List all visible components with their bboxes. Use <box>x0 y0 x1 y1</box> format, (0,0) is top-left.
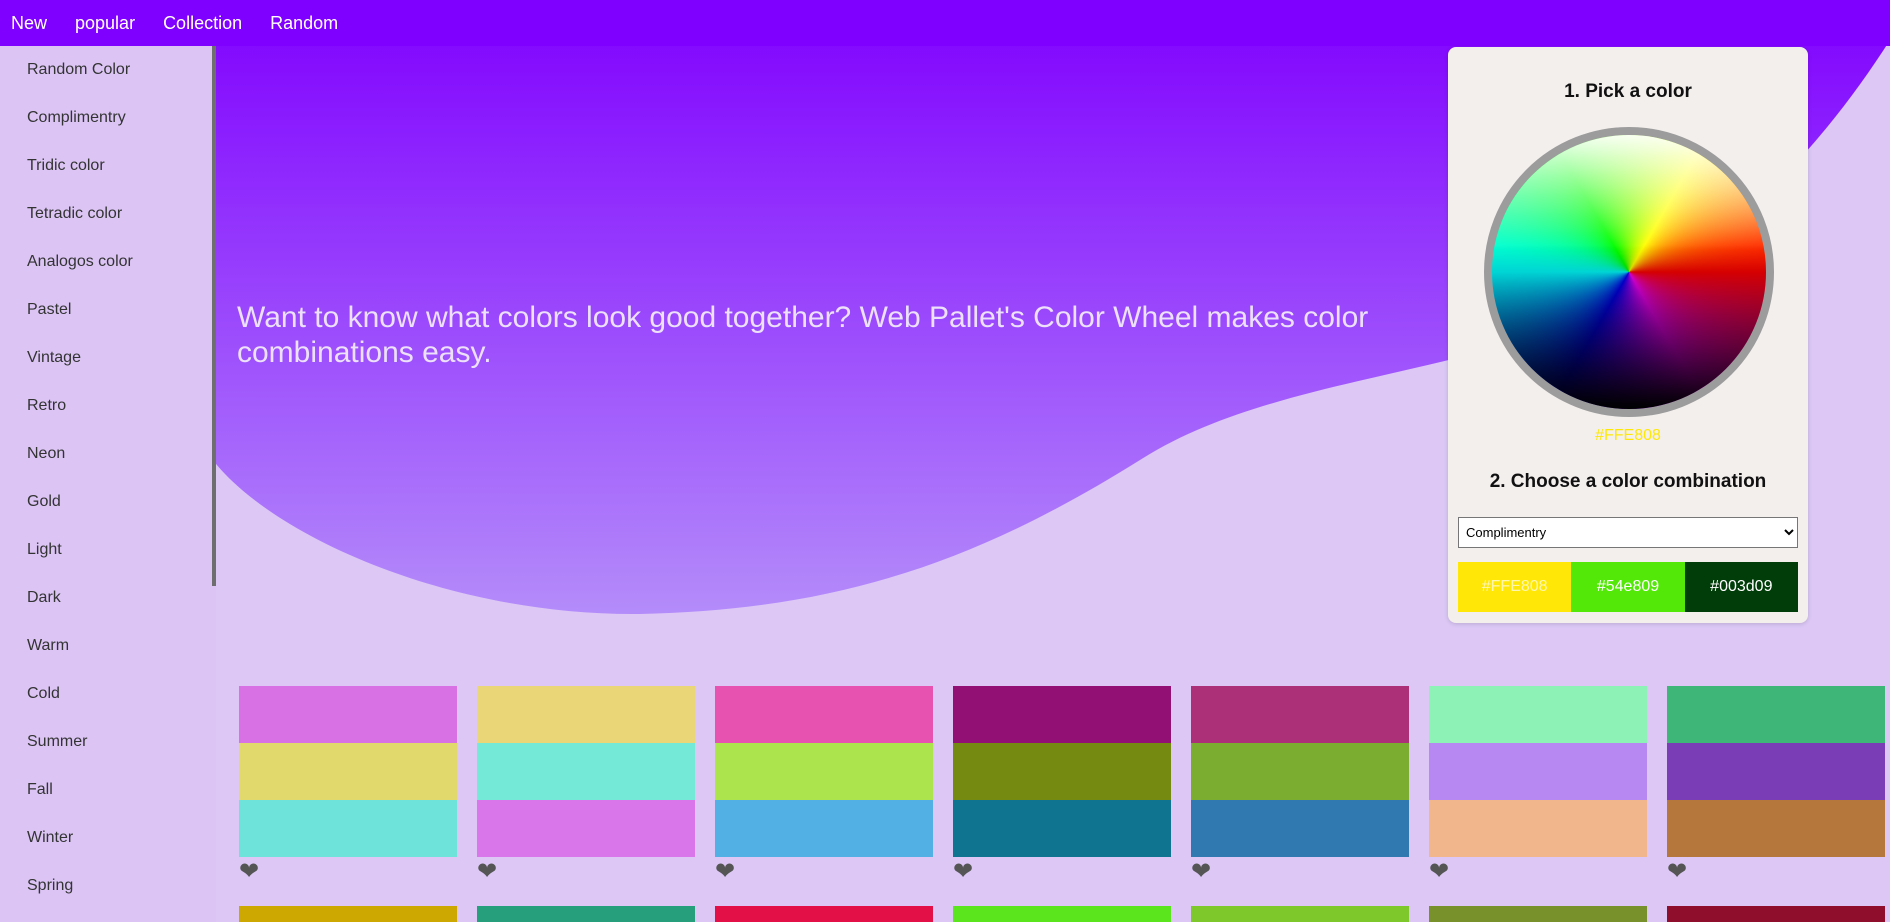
heart-icon[interactable]: ❤ <box>715 857 933 887</box>
sidebar-item-retro[interactable]: Retro <box>0 382 216 430</box>
heart-icon[interactable]: ❤ <box>1191 857 1409 887</box>
selected-hex-label: #FFE808 <box>1595 427 1661 444</box>
palette-card[interactable]: ❤ <box>1667 686 1885 887</box>
palette-card[interactable]: ❤ <box>1429 686 1647 887</box>
palette-card-partial[interactable] <box>1191 906 1409 922</box>
nav-collection[interactable]: Collection <box>152 0 253 46</box>
palette-color-strip[interactable] <box>477 686 695 743</box>
sidebar-item-complimentry[interactable]: Complimentry <box>0 94 216 142</box>
palette-color-strip[interactable] <box>1429 686 1647 743</box>
palette-color-strip[interactable] <box>239 800 457 857</box>
palette-color-strip[interactable] <box>953 686 1171 743</box>
swatch-1[interactable]: #FFE808 <box>1458 562 1572 612</box>
heart-icon[interactable]: ❤ <box>239 857 457 887</box>
palette-grid: ❤ ❤ ❤ ❤ ❤ ❤ ❤ <box>239 686 1890 887</box>
palette-card[interactable]: ❤ <box>239 686 457 887</box>
palette-grid-next-row <box>239 906 1890 922</box>
sidebar-item-vintage[interactable]: Vintage <box>0 334 216 382</box>
palette-color-strip[interactable] <box>1429 800 1647 857</box>
palette-color-strip[interactable] <box>239 686 457 743</box>
palette-card-partial[interactable] <box>953 906 1171 922</box>
sidebar-list: Random Color Complimentry Tridic color T… <box>0 46 216 910</box>
palette-color-strip[interactable] <box>1667 686 1885 743</box>
palette-color-strip[interactable] <box>715 800 933 857</box>
sidebar-item-dark[interactable]: Dark <box>0 574 216 622</box>
palette-card-partial[interactable] <box>1429 906 1647 922</box>
palette-color-strip[interactable] <box>1667 743 1885 800</box>
palette-color-strip[interactable] <box>1191 686 1409 743</box>
nav-new[interactable]: New <box>0 0 58 46</box>
heart-icon[interactable]: ❤ <box>1429 857 1647 887</box>
palette-card-partial[interactable] <box>477 906 695 922</box>
heart-icon[interactable]: ❤ <box>477 857 695 887</box>
heart-icon[interactable]: ❤ <box>1667 857 1885 887</box>
choose-combination-title: 2. Choose a color combination <box>1489 471 1767 492</box>
palette-card[interactable]: ❤ <box>715 686 933 887</box>
palette-card-partial[interactable] <box>239 906 457 922</box>
nav-popular[interactable]: popular <box>64 0 146 46</box>
palette-color-strip[interactable] <box>1667 800 1885 857</box>
nav-random[interactable]: Random <box>259 0 349 46</box>
palette-color-strip[interactable] <box>953 743 1171 800</box>
sidebar-item-gold[interactable]: Gold <box>0 478 216 526</box>
palette-color-strip[interactable] <box>715 743 933 800</box>
sidebar-item-light[interactable]: Light <box>0 526 216 574</box>
combination-swatches: #FFE808 #54e809 #003d09 <box>1458 562 1798 612</box>
color-picker-panel: 1. Pick a color #FFE808 2. Choose a colo… <box>1448 47 1808 623</box>
top-navigation: New popular Collection Random <box>0 0 1890 46</box>
pick-color-title: 1. Pick a color <box>1564 81 1692 102</box>
swatch-3[interactable]: #003d09 <box>1684 562 1798 612</box>
palette-color-strip[interactable] <box>239 743 457 800</box>
color-wheel[interactable] <box>1484 127 1774 417</box>
palette-color-strip[interactable] <box>477 800 695 857</box>
sidebar-scrollbar[interactable] <box>212 46 216 586</box>
wheel-dark-overlay <box>1492 135 1766 409</box>
sidebar-item-summer[interactable]: Summer <box>0 718 216 766</box>
sidebar: Random Color Complimentry Tridic color T… <box>0 46 216 922</box>
sidebar-item-neon[interactable]: Neon <box>0 430 216 478</box>
sidebar-item-tridic[interactable]: Tridic color <box>0 142 216 190</box>
palette-card-partial[interactable] <box>1667 906 1885 922</box>
combination-select[interactable]: Complimentry <box>1458 517 1798 548</box>
swatch-2[interactable]: #54e809 <box>1571 562 1685 612</box>
sidebar-item-tetradic[interactable]: Tetradic color <box>0 190 216 238</box>
sidebar-item-winter[interactable]: Winter <box>0 814 216 862</box>
palette-color-strip[interactable] <box>953 800 1171 857</box>
palette-card[interactable]: ❤ <box>953 686 1171 887</box>
sidebar-item-analogos[interactable]: Analogos color <box>0 238 216 286</box>
palette-color-strip[interactable] <box>477 743 695 800</box>
palette-color-strip[interactable] <box>1191 800 1409 857</box>
palette-color-strip[interactable] <box>1191 743 1409 800</box>
palette-card-partial[interactable] <box>715 906 933 922</box>
palette-color-strip[interactable] <box>715 686 933 743</box>
sidebar-item-spring[interactable]: Spring <box>0 862 216 910</box>
sidebar-item-random-color[interactable]: Random Color <box>0 46 216 94</box>
sidebar-item-fall[interactable]: Fall <box>0 766 216 814</box>
sidebar-item-pastel[interactable]: Pastel <box>0 286 216 334</box>
sidebar-item-warm[interactable]: Warm <box>0 622 216 670</box>
palette-card[interactable]: ❤ <box>1191 686 1409 887</box>
heart-icon[interactable]: ❤ <box>953 857 1171 887</box>
sidebar-item-cold[interactable]: Cold <box>0 670 216 718</box>
palette-color-strip[interactable] <box>1429 743 1647 800</box>
palette-card[interactable]: ❤ <box>477 686 695 887</box>
hero-text: Want to know what colors look good toget… <box>237 301 1369 369</box>
